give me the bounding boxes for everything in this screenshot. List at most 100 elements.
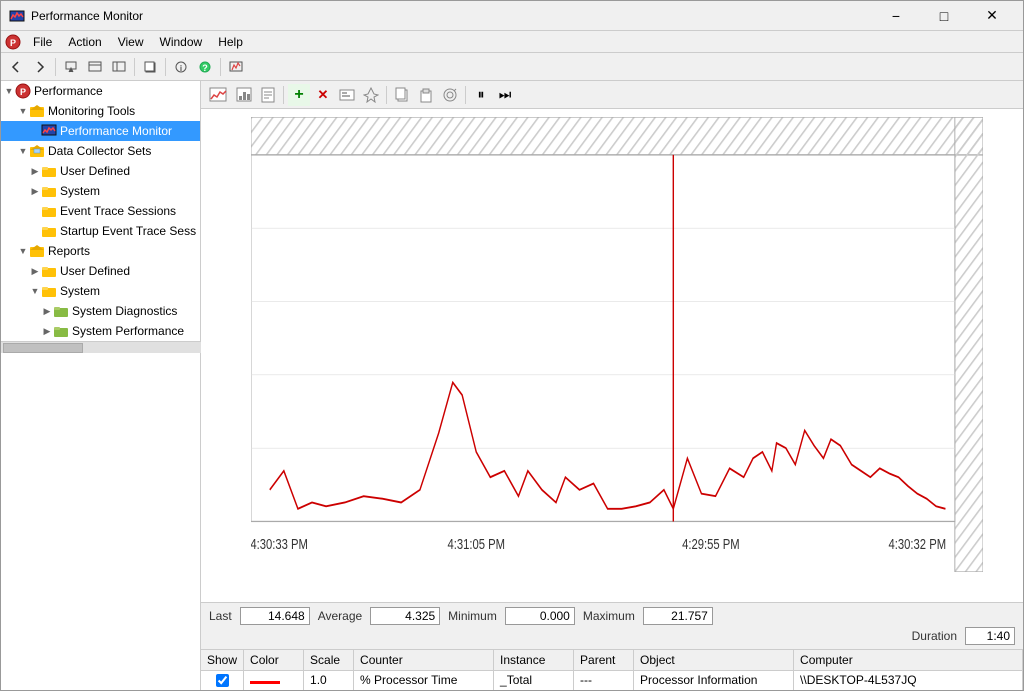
ets-icon [41,203,57,219]
menu-bar: P File Action View Window Help [1,31,1023,53]
paste-button[interactable] [415,84,437,106]
main-window: Performance Monitor − □ ✕ P File Action … [0,0,1024,691]
expand-user-defined[interactable]: ▶ [29,165,41,177]
color-swatch [250,681,280,684]
view-graph-button[interactable] [205,84,231,106]
show-hide-button[interactable] [84,56,106,78]
expand-reports-system[interactable]: ▼ [29,285,41,297]
view-report-button[interactable] [257,84,279,106]
sidebar-item-data-collector-sets[interactable]: ▼ Data Collector Sets [1,141,200,161]
counter-properties-button[interactable] [336,84,358,106]
sysperf-icon [53,323,69,339]
expand-sysperf[interactable]: ▶ [41,325,53,337]
sidebar-item-monitoring-tools[interactable]: ▼ Monitoring Tools [1,101,200,121]
table-row[interactable]: 1.0 % Processor Time _Total --- Processo… [201,670,1023,690]
sidebar-item-user-defined[interactable]: ▶ User Defined [1,161,200,181]
last-value: 14.648 [240,607,310,625]
menu-view[interactable]: View [110,33,152,51]
sidebar-scrollbar[interactable] [1,341,201,353]
right-panel: + ✕ [201,81,1023,690]
sidebar-item-system-performance[interactable]: ▶ System Performance [1,321,200,341]
duration-label: Duration [912,629,957,643]
sidebar-scrollbar-thumb[interactable] [3,343,83,353]
menu-help[interactable]: Help [210,33,251,51]
inner-sep-3 [465,86,466,104]
sidebar-item-startup-ets[interactable]: ▶ Startup Event Trace Sess [1,221,200,241]
app-icon [9,8,25,24]
show-hide2-button[interactable] [108,56,130,78]
svg-text:P: P [10,38,16,48]
separator-4 [220,58,221,76]
show-checkbox[interactable] [216,674,229,687]
highlight-button[interactable] [360,84,382,106]
separator-3 [165,58,166,76]
back-button[interactable] [5,56,27,78]
sidebar-item-performance-monitor[interactable]: ▶ Performance Monitor [1,121,200,141]
average-value: 4.325 [370,607,440,625]
expand-reports-ud[interactable]: ▶ [29,265,41,277]
forward-button[interactable] [29,56,51,78]
expand-dcs[interactable]: ▼ [17,145,29,157]
stats-row-1: Last 14.648 Average 4.325 Minimum 0.000 … [209,607,1015,625]
minimize-button[interactable]: − [873,1,919,31]
skip-button[interactable]: ⏭ [494,84,516,106]
pause-button[interactable]: ⏸ [470,84,492,106]
menu-window[interactable]: Window [152,33,211,51]
monitoring-tools-label: Monitoring Tools [48,104,135,118]
expand-system[interactable]: ▶ [29,185,41,197]
system-label: System [60,184,100,198]
col-scale: Scale [304,650,354,670]
row-computer: \\DESKTOP-4L537JQ [794,670,1023,690]
reports-icon [29,243,45,259]
counter-table: Show Color Scale Counter Instance Parent… [201,649,1023,690]
col-computer: Computer [794,650,1023,670]
sidebar-item-reports[interactable]: ▼ Reports [1,241,200,261]
new-window-button[interactable] [139,56,161,78]
extra-button[interactable] [225,56,247,78]
svg-text:4:30:32 PM: 4:30:32 PM [889,536,947,553]
performance-chart: 100 80 60 40 20 0 [251,117,983,572]
up-button[interactable] [60,56,82,78]
sidebar-item-reports-system[interactable]: ▼ System [1,281,200,301]
sidebar-item-system[interactable]: ▶ System [1,181,200,201]
view-histogram-button[interactable] [233,84,255,106]
sidebar-item-event-trace-sessions[interactable]: ▶ Event Trace Sessions [1,201,200,221]
col-instance: Instance [494,650,574,670]
maximize-button[interactable]: □ [921,1,967,31]
add-counter-button[interactable]: + [288,84,310,106]
sidebar-item-reports-user-defined[interactable]: ▶ User Defined [1,261,200,281]
row-color [244,670,304,690]
table-header-row: Show Color Scale Counter Instance Parent… [201,650,1023,670]
row-show[interactable] [201,670,244,690]
row-instance: _Total [494,670,574,690]
svg-text:P: P [20,87,26,97]
perf-monitor-icon [41,123,57,139]
col-object: Object [634,650,794,670]
stats-bar: Last 14.648 Average 4.325 Minimum 0.000 … [201,602,1023,649]
help-button[interactable]: ? [194,56,216,78]
reports-system-label: System [60,284,100,298]
copy-button[interactable] [391,84,413,106]
row-parent: --- [574,670,634,690]
expand-sysdiag[interactable]: ▶ [41,305,53,317]
menu-action[interactable]: Action [60,33,109,51]
monitoring-tools-icon [29,103,45,119]
delete-counter-button[interactable]: ✕ [312,84,334,106]
menu-file[interactable]: File [25,33,60,51]
sidebar-item-system-diagnostics[interactable]: ▶ System Diagnostics [1,301,200,321]
close-button[interactable]: ✕ [969,1,1015,31]
col-counter: Counter [354,650,494,670]
svg-text:4:30:33 PM: 4:30:33 PM [251,536,308,553]
maximum-label: Maximum [583,609,635,623]
maximum-value: 21.757 [643,607,713,625]
sidebar-item-performance[interactable]: ▼ P Performance [1,81,200,101]
performance-icon: P [15,83,31,99]
reports-ud-icon [41,263,57,279]
properties-button[interactable]: i [170,56,192,78]
expand-monitoring-tools[interactable]: ▼ [17,105,29,117]
expand-reports[interactable]: ▼ [17,245,29,257]
reports-ud-label: User Defined [60,264,130,278]
clear-button[interactable] [439,84,461,106]
startup-ets-label: Startup Event Trace Sess [60,224,196,238]
expand-performance[interactable]: ▼ [3,85,15,97]
